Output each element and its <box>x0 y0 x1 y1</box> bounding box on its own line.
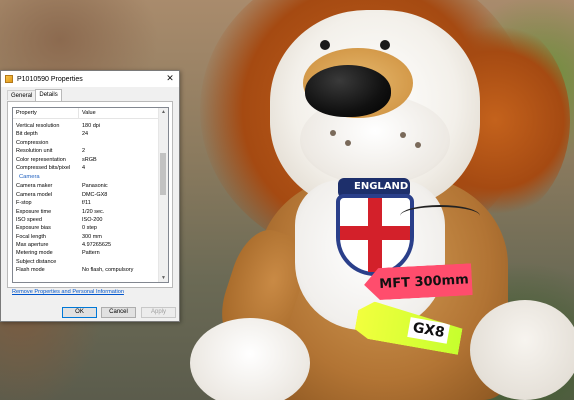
property-value: Pattern <box>82 250 100 257</box>
lion-foot-right <box>470 300 574 400</box>
remove-properties-link[interactable]: Remove Properties and Personal Informati… <box>12 289 124 295</box>
property-value <box>79 139 159 147</box>
table-row[interactable]: Resolution unit 2 <box>13 147 159 155</box>
property-value: 180 dpi <box>82 123 101 129</box>
table-row[interactable]: Compression <box>13 139 159 147</box>
property-value: 24 <box>82 131 89 138</box>
lens-tag-text: MFT 300mm <box>378 271 470 292</box>
property-name: Color representation <box>16 156 66 163</box>
property-value: sRGB <box>82 156 97 163</box>
lion-nose <box>305 65 391 117</box>
whisker-dot <box>330 130 336 136</box>
property-value: Panasonic <box>82 183 108 190</box>
close-button[interactable]: ✕ <box>164 72 176 85</box>
property-value: 300 mm <box>82 233 102 240</box>
property-name: Metering mode <box>16 250 53 257</box>
table-row[interactable]: Flash mode No flash, compulsory <box>13 266 159 274</box>
properties-window: P1010590 Properties ✕ General Details Pr… <box>0 70 180 322</box>
lens-tag: MFT 300mm <box>363 263 473 301</box>
scroll-up-arrow-icon[interactable]: ▲ <box>159 108 168 116</box>
property-name: Exposure time <box>16 208 52 215</box>
table-row[interactable]: ISO speed ISO-200 <box>13 216 159 224</box>
property-value: 0 step <box>82 225 97 232</box>
property-name: Vertical resolution <box>16 123 60 129</box>
image-file-icon <box>5 75 13 83</box>
property-name: Subject distance <box>16 258 57 265</box>
table-row[interactable]: Exposure bias 0 step <box>13 224 159 232</box>
apply-button[interactable]: Apply <box>141 307 176 318</box>
property-name: Resolution unit <box>16 148 53 155</box>
table-row[interactable]: Color representation sRGB <box>13 156 159 164</box>
table-row[interactable]: Exposure time 1/20 sec. <box>13 208 159 216</box>
property-name: Compression <box>16 139 49 146</box>
shirt-text: ENGLAND <box>354 181 409 192</box>
table-row[interactable]: Camera maker Panasonic <box>13 182 159 190</box>
ok-button[interactable]: OK <box>62 307 97 318</box>
property-name: ISO speed <box>16 216 42 223</box>
tab-strip: General Details <box>7 89 62 101</box>
cancel-button[interactable]: Cancel <box>101 307 136 318</box>
property-name: Max aperture <box>16 242 49 249</box>
lion-eye-right <box>380 40 390 50</box>
vertical-scrollbar[interactable]: ▲ ▼ <box>158 108 168 282</box>
property-value: 4 <box>82 164 86 171</box>
scrollbar-thumb[interactable] <box>160 153 166 195</box>
property-value: f/11 <box>82 200 91 207</box>
table-row[interactable]: Compressed bits/pixel 4 <box>13 164 159 172</box>
lion-foot-left <box>190 318 310 400</box>
section-header-camera: Camera <box>13 172 159 182</box>
details-list[interactable]: Property Value Vertical resolution 180 dp… <box>12 107 169 283</box>
property-name: Flash mode <box>16 267 45 274</box>
property-value: No flash, compulsory <box>82 267 134 274</box>
lion-eye-left <box>320 40 330 50</box>
title-bar[interactable]: P1010590 Properties ✕ <box>1 71 179 87</box>
property-name: Camera model <box>16 191 53 198</box>
table-row[interactable]: Focal length 300 mm <box>13 233 159 241</box>
property-name: Exposure bias <box>16 225 51 232</box>
property-value: ISO-200 <box>82 216 103 223</box>
column-header-value[interactable]: Value <box>79 108 159 118</box>
table-row[interactable]: Vertical resolution 180 dpi <box>13 122 159 130</box>
whisker-dot <box>345 140 351 146</box>
property-name: F-stop <box>16 200 32 207</box>
table-row[interactable]: Bit depth 24 <box>13 130 159 138</box>
window-title: P1010590 Properties <box>17 75 83 83</box>
table-row[interactable]: Max aperture 4.97265625 <box>13 241 159 249</box>
property-name: Bit depth <box>16 131 38 138</box>
section-label: Camera <box>19 174 40 181</box>
table-row[interactable]: Metering mode Pattern <box>13 249 159 257</box>
property-name: Camera maker <box>16 183 53 190</box>
property-name: Focal length <box>16 233 46 240</box>
tab-details[interactable]: Details <box>35 89 62 101</box>
column-header-property[interactable]: Property <box>13 108 79 118</box>
tab-general[interactable]: General <box>7 90 37 100</box>
scroll-down-arrow-icon[interactable]: ▼ <box>159 274 168 282</box>
property-value <box>79 258 159 266</box>
table-row[interactable]: Camera model DMC-GX8 <box>13 191 159 199</box>
property-name: Compressed bits/pixel <box>16 164 71 171</box>
property-value: 1/20 sec. <box>82 208 105 215</box>
details-panel: Property Value Vertical resolution 180 dp… <box>7 101 173 288</box>
list-rows: Vertical resolution 180 dpi Bit depth 24 C… <box>13 118 159 275</box>
property-value: 4.97265625 <box>82 242 112 249</box>
table-row[interactable]: F-stop f/11 <box>13 199 159 207</box>
table-row[interactable]: Subject distance <box>13 258 159 266</box>
property-value: 2 <box>82 148 86 155</box>
shield-cross-horizontal <box>340 226 410 240</box>
property-value: DMC-GX8 <box>82 191 108 198</box>
whisker-dot <box>400 132 406 138</box>
whisker-dot <box>415 142 421 148</box>
tag-cord <box>400 205 480 227</box>
